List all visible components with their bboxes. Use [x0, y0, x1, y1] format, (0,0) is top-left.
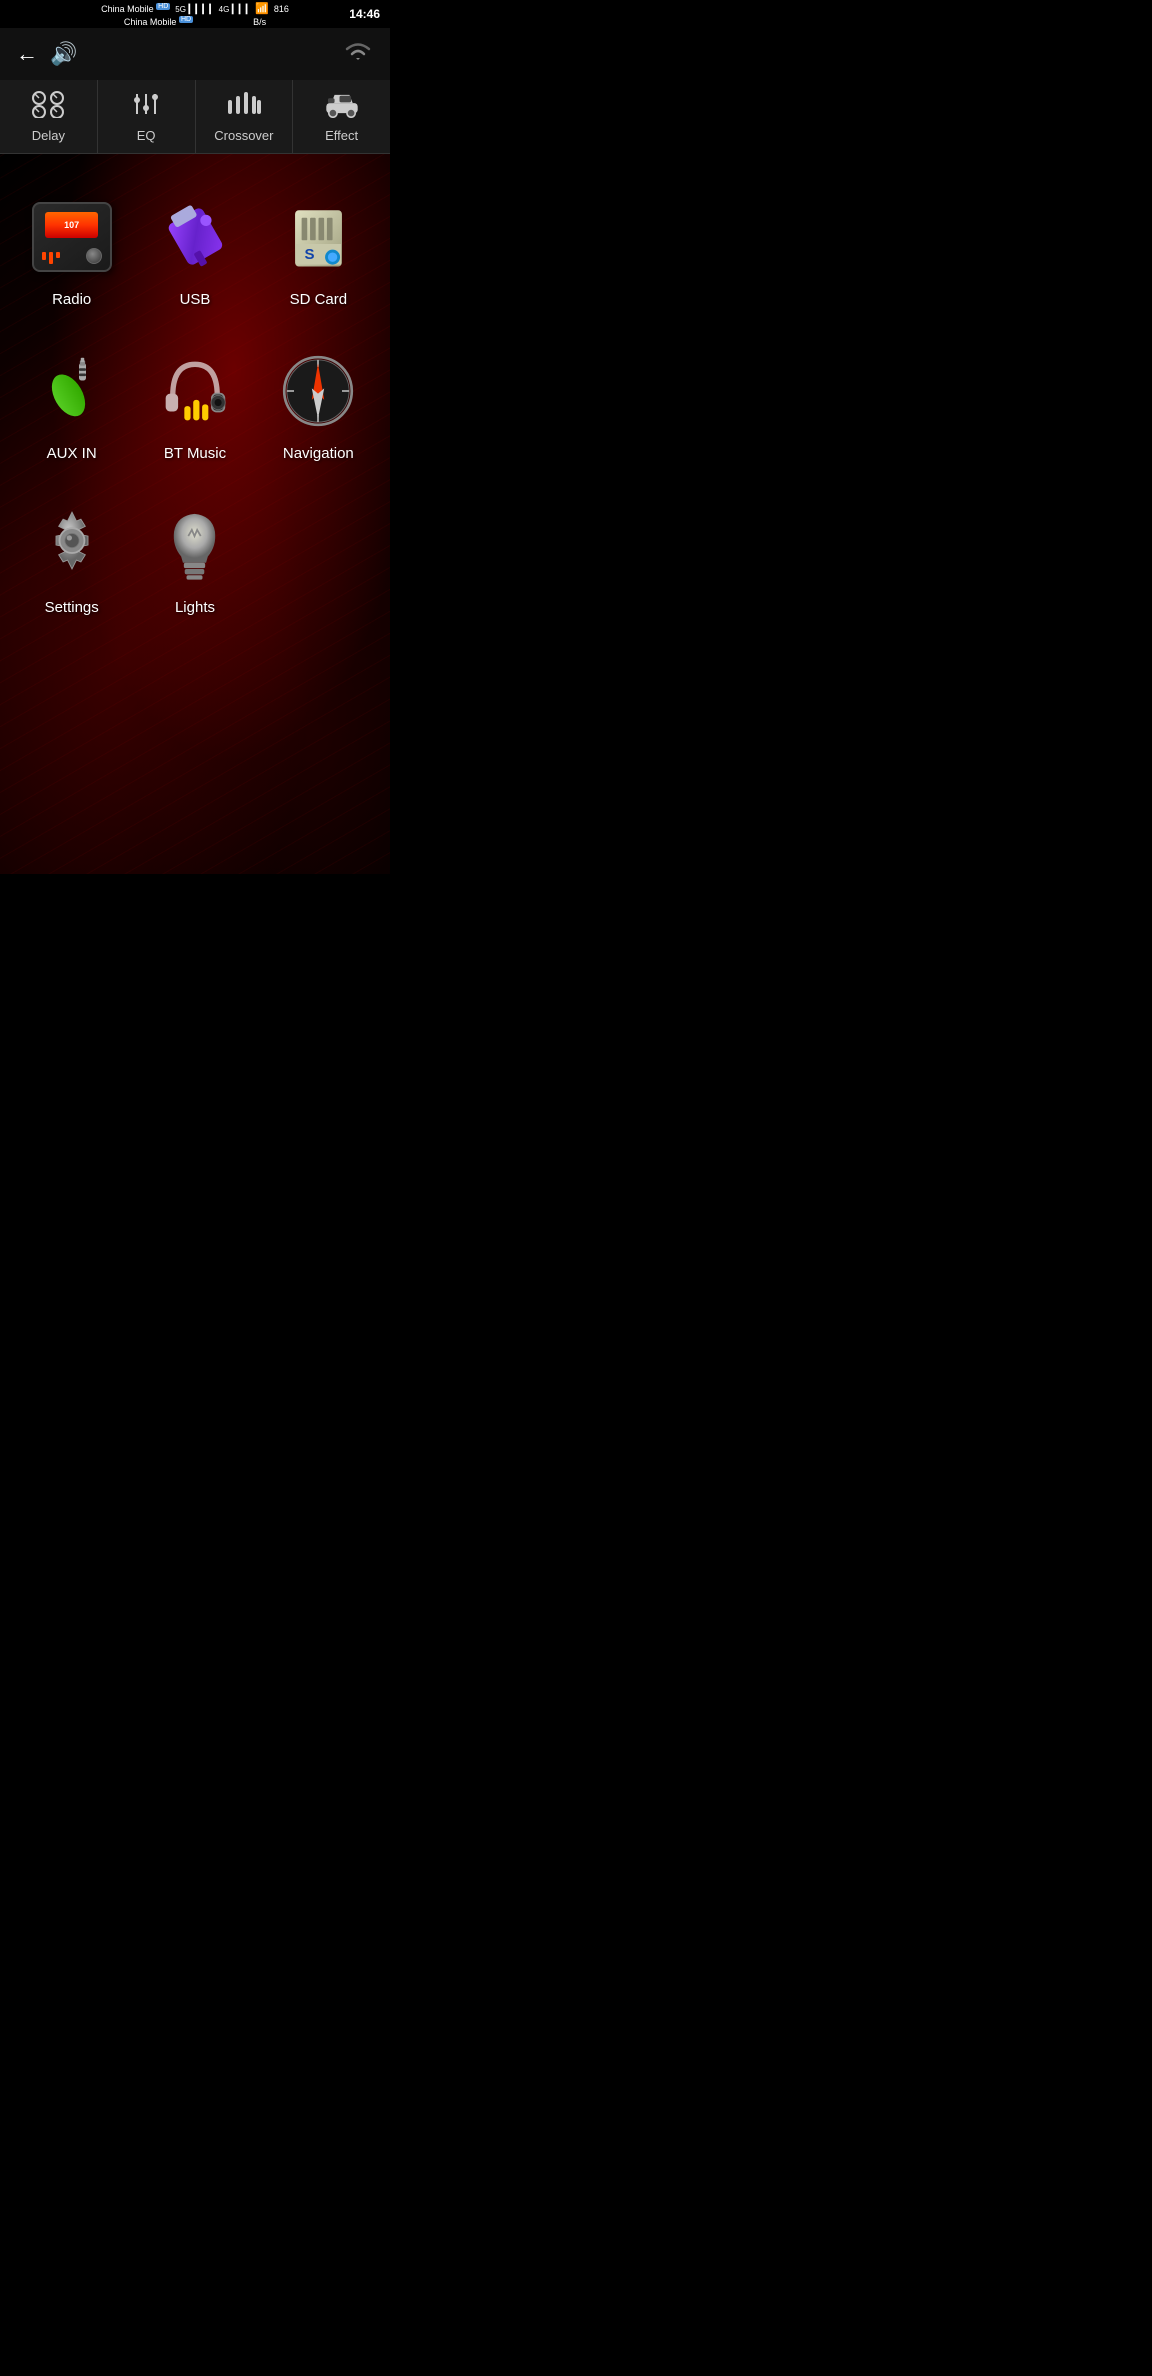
tab-effect[interactable]: Effect	[293, 80, 390, 153]
app-item-btmusic[interactable]: BT Music	[133, 338, 256, 472]
usb-icon-wrapper	[152, 194, 237, 279]
delay-icon	[31, 90, 65, 124]
wifi-icon	[342, 38, 374, 71]
sdcard-icon: S	[281, 199, 356, 274]
radio-screen: 107	[45, 212, 98, 238]
volume-icon[interactable]: 🔊	[50, 41, 77, 67]
radio-knob	[86, 248, 102, 264]
effect-car-icon	[323, 90, 361, 124]
sdcard-icon-wrapper: S	[276, 194, 361, 279]
tab-crossover[interactable]: Crossover	[196, 80, 294, 153]
app-item-settings[interactable]: Settings	[10, 492, 133, 626]
lights-label: Lights	[175, 599, 215, 616]
btmusic-icon	[155, 351, 235, 431]
app-grid: 107 Radio	[0, 154, 390, 646]
usb-icon	[157, 199, 232, 274]
radio-label: Radio	[52, 291, 91, 308]
carrier1-text: China Mobile HD 5G ▎▎▎▎ 4G ▎▎▎ 📶 816	[101, 2, 289, 15]
settings-icon	[32, 505, 112, 585]
status-bar: China Mobile HD 5G ▎▎▎▎ 4G ▎▎▎ 📶 816 Chi…	[0, 0, 390, 28]
navigation-label: Navigation	[283, 445, 354, 462]
tab-crossover-label: Crossover	[214, 128, 273, 143]
tab-eq-label: EQ	[137, 128, 156, 143]
carrier-info: China Mobile HD 5G ▎▎▎▎ 4G ▎▎▎ 📶 816 Chi…	[101, 2, 289, 27]
usb-label: USB	[180, 291, 211, 308]
tab-delay-label: Delay	[32, 128, 65, 143]
settings-label: Settings	[45, 599, 99, 616]
status-time: 14:46	[349, 7, 380, 21]
tab-eq[interactable]: EQ	[98, 80, 196, 153]
auxin-label: AUX IN	[47, 445, 97, 462]
svg-text:S: S	[304, 246, 314, 263]
btmusic-label: BT Music	[164, 445, 226, 462]
btmusic-icon-wrapper	[152, 348, 237, 433]
tab-bar: Delay EQ Crossover	[0, 80, 390, 154]
main-content: 107 Radio	[0, 154, 390, 874]
app-item-lights[interactable]: Lights	[133, 492, 256, 626]
crossover-icon	[225, 90, 263, 124]
navigation-icon	[278, 351, 358, 431]
lights-icon	[162, 505, 227, 585]
app-item-radio[interactable]: 107 Radio	[10, 184, 133, 318]
app-item-navigation[interactable]: Navigation	[257, 338, 380, 472]
app-item-sdcard[interactable]: S SD Card	[257, 184, 380, 318]
back-button[interactable]: ←	[16, 41, 38, 67]
sdcard-label: SD Card	[290, 291, 348, 308]
auxin-icon-wrapper	[29, 348, 114, 433]
navigation-icon-wrapper	[276, 348, 361, 433]
eq-icon	[129, 90, 163, 124]
radio-icon-wrapper: 107	[29, 194, 114, 279]
app-item-auxin[interactable]: AUX IN	[10, 338, 133, 472]
app-item-usb[interactable]: USB	[133, 184, 256, 318]
radio-icon: 107	[32, 202, 112, 272]
auxin-icon	[42, 356, 102, 426]
tab-effect-label: Effect	[325, 128, 358, 143]
top-nav-bar: ← 🔊	[0, 28, 390, 80]
tab-delay[interactable]: Delay	[0, 80, 98, 153]
lights-icon-wrapper	[152, 502, 237, 587]
carrier2-text: China Mobile HD B/s	[124, 16, 266, 27]
settings-icon-wrapper	[29, 502, 114, 587]
